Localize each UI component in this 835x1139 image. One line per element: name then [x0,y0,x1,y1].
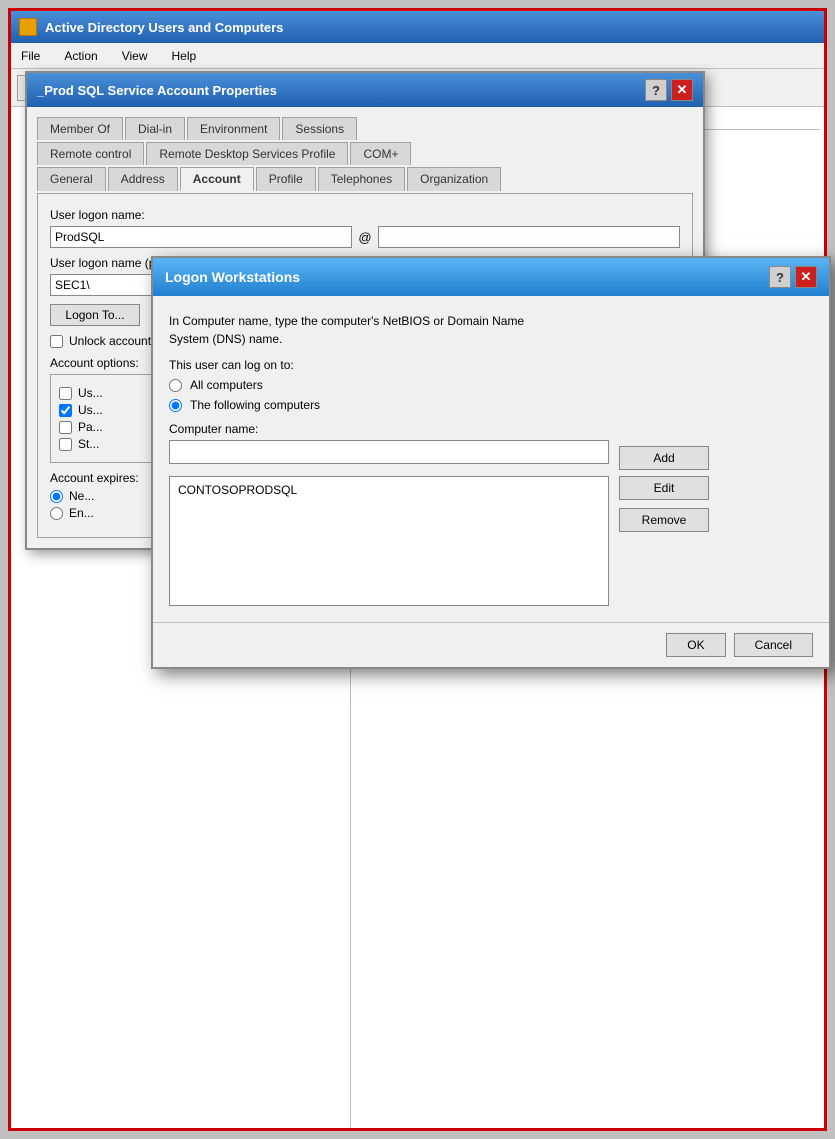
tab-account[interactable]: Account [180,167,254,191]
tab-telephones[interactable]: Telephones [318,167,405,191]
remove-computer-button[interactable]: Remove [619,508,709,532]
logon-ok-button[interactable]: OK [666,633,725,657]
logon-info-line1: In Computer name, type the computer's Ne… [169,314,524,328]
account-option-label-2: Pa... [78,420,103,434]
account-option-3[interactable] [59,438,72,451]
edit-computer-button[interactable]: Edit [619,476,709,500]
logon-dialog-title-text: Logon Workstations [165,269,300,285]
logon-name-at: @ [358,230,371,245]
tab-environment[interactable]: Environment [187,117,280,140]
logon-close-button[interactable]: ✕ [795,266,817,288]
logon-info-line2: System (DNS) name. [169,332,282,346]
logon-radio-group: This user can log on to: All computers T… [169,358,813,412]
radio-following-computers[interactable] [169,399,182,412]
unlock-checkbox[interactable] [50,335,63,348]
menu-view[interactable]: View [116,47,154,65]
app-icon [19,18,37,36]
computer-list-row: CONTOSOPRODSQL Edit Remove [169,470,813,606]
tab-profile[interactable]: Profile [256,167,316,191]
menu-help[interactable]: Help [166,47,203,65]
computer-list[interactable]: CONTOSOPRODSQL [169,476,609,606]
logon-name-row: @ [50,226,680,248]
computer-name-label: Computer name: [169,422,813,436]
logon-name-label: User logon name: [50,208,680,222]
logon-workstations-dialog: Logon Workstations ? ✕ In Computer name,… [151,256,831,669]
tab-organization[interactable]: Organization [407,167,501,191]
menu-action[interactable]: Action [58,47,103,65]
app-title: Active Directory Users and Computers [45,20,283,35]
radio-all-computers-row: All computers [169,378,813,392]
expires-never-radio[interactable] [50,490,63,503]
logon-info-text: In Computer name, type the computer's Ne… [169,312,813,348]
dialog-title-controls: ? ✕ [645,79,693,101]
account-option-label-0: Us... [78,386,103,400]
title-bar: Active Directory Users and Computers [11,11,824,43]
menu-file[interactable]: File [15,47,46,65]
expires-end-radio[interactable] [50,507,63,520]
logon-domain-input[interactable] [378,226,680,248]
tab-row-3: General Address Account Profile Telephon… [37,167,693,191]
properties-help-button[interactable]: ? [645,79,667,101]
logon-to-button[interactable]: Logon To... [50,304,140,326]
menu-bar: File Action View Help [11,43,824,69]
account-option-label-3: St... [78,437,99,451]
logon-name-input[interactable] [50,226,352,248]
logon-dialog-body: In Computer name, type the computer's Ne… [153,296,829,622]
computer-name-input[interactable] [169,440,609,464]
properties-dialog-title: _Prod SQL Service Account Properties [37,83,277,98]
tab-sessions[interactable]: Sessions [282,117,357,140]
logon-dialog-controls: ? ✕ [769,266,817,288]
tab-row-2: Remote control Remote Desktop Services P… [37,142,693,165]
account-option-label-1: Us... [78,403,103,417]
properties-dialog-titlebar: _Prod SQL Service Account Properties ? ✕ [27,73,703,107]
account-option-1[interactable] [59,404,72,417]
expires-end-label: En... [69,506,94,520]
tab-rdp-profile[interactable]: Remote Desktop Services Profile [146,142,348,165]
logon-dialog-footer: OK Cancel [153,622,829,667]
account-option-0[interactable] [59,387,72,400]
list-item-contoso[interactable]: CONTOSOPRODSQL [174,481,604,499]
properties-close-button[interactable]: ✕ [671,79,693,101]
tab-dial-in[interactable]: Dial-in [125,117,185,140]
computer-name-input-row: Add [169,440,813,470]
radio-all-label: All computers [190,378,263,392]
edit-remove-buttons: Edit Remove [619,476,709,532]
radio-all-computers[interactable] [169,379,182,392]
account-option-2[interactable] [59,421,72,434]
logon-dialog-titlebar: Logon Workstations ? ✕ [153,258,829,296]
logon-cancel-button[interactable]: Cancel [734,633,813,657]
add-button-col: Add [619,446,709,470]
tab-member-of[interactable]: Member Of [37,117,123,140]
tab-com-plus[interactable]: COM+ [350,142,411,165]
expires-never-label: Ne... [69,489,94,503]
tab-remote-control[interactable]: Remote control [37,142,144,165]
radio-following-computers-row: The following computers [169,398,813,412]
tab-address[interactable]: Address [108,167,178,191]
radio-following-label: The following computers [190,398,320,412]
tab-general[interactable]: General [37,167,106,191]
logon-user-label: This user can log on to: [169,358,813,372]
tab-row-1: Member Of Dial-in Environment Sessions [37,117,693,140]
unlock-label: Unlock account [69,334,151,348]
add-computer-button[interactable]: Add [619,446,709,470]
logon-help-button[interactable]: ? [769,266,791,288]
